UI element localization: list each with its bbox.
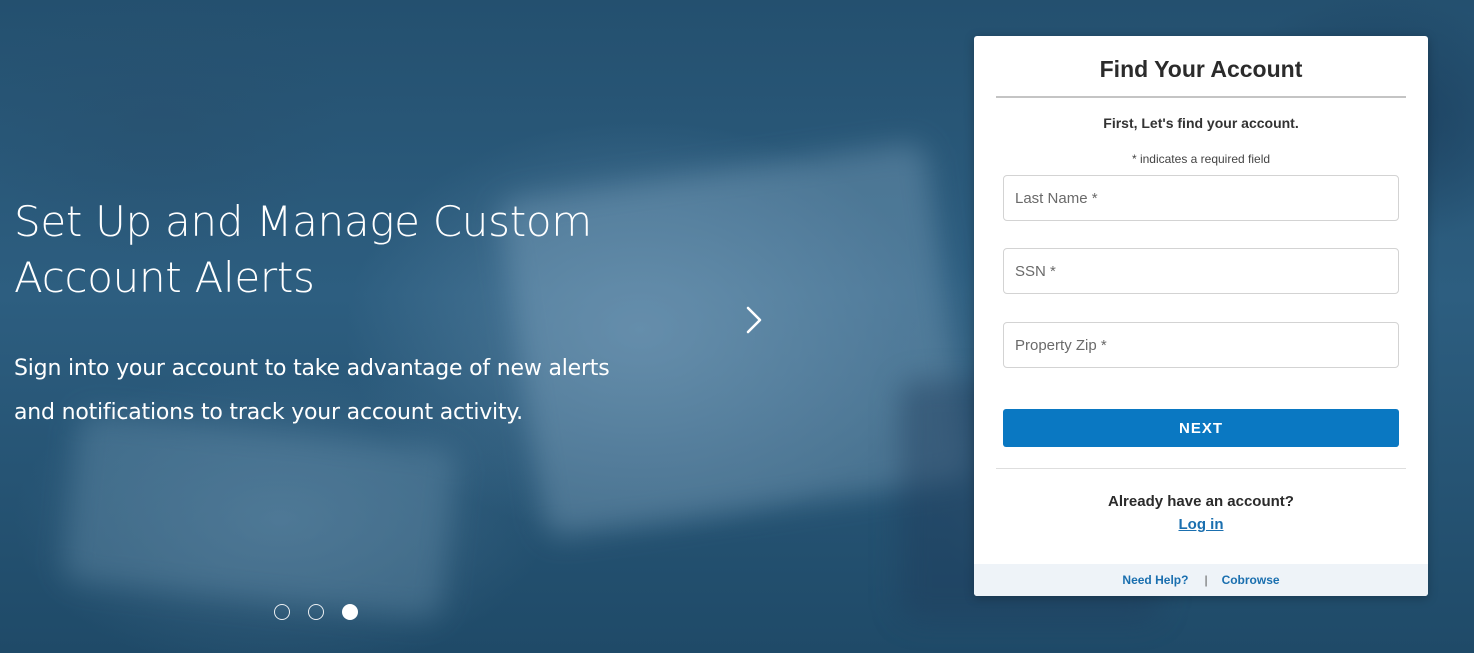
cobrowse-link[interactable]: Cobrowse [1222,573,1280,587]
ssn-input[interactable] [1003,248,1399,294]
required-field-note: * indicates a required field [1131,152,1271,166]
carousel-dots [274,604,358,620]
next-button[interactable]: NEXT [1003,409,1399,447]
property-zip-input[interactable] [1003,322,1399,368]
need-help-link[interactable]: Need Help? [1122,573,1188,587]
last-name-input[interactable] [1003,175,1399,221]
card-divider [996,468,1406,469]
card-title: Find Your Account [1099,56,1303,82]
carousel-dot-active[interactable] [342,604,358,620]
find-account-card: Find Your Account First, Let's find your… [974,36,1428,596]
carousel-next-button[interactable] [738,300,772,340]
hero-background-shape [62,410,458,620]
hero-subtitle: Sign into your account to take advantage… [14,356,610,425]
footer-separator: | [1204,573,1208,587]
card-intro-text: First, Let's find your account. [1103,115,1299,131]
hero-title: Set Up and Manage Custom Account Alerts [14,197,592,302]
carousel-dot[interactable] [308,604,324,620]
already-have-account-text: Already have an account? [1108,493,1294,510]
title-divider [996,96,1406,98]
card-footer: Need Help? | Cobrowse [974,564,1428,596]
chevron-right-icon [746,306,762,334]
carousel-dot[interactable] [274,604,290,620]
login-link[interactable]: Log in [974,516,1428,533]
